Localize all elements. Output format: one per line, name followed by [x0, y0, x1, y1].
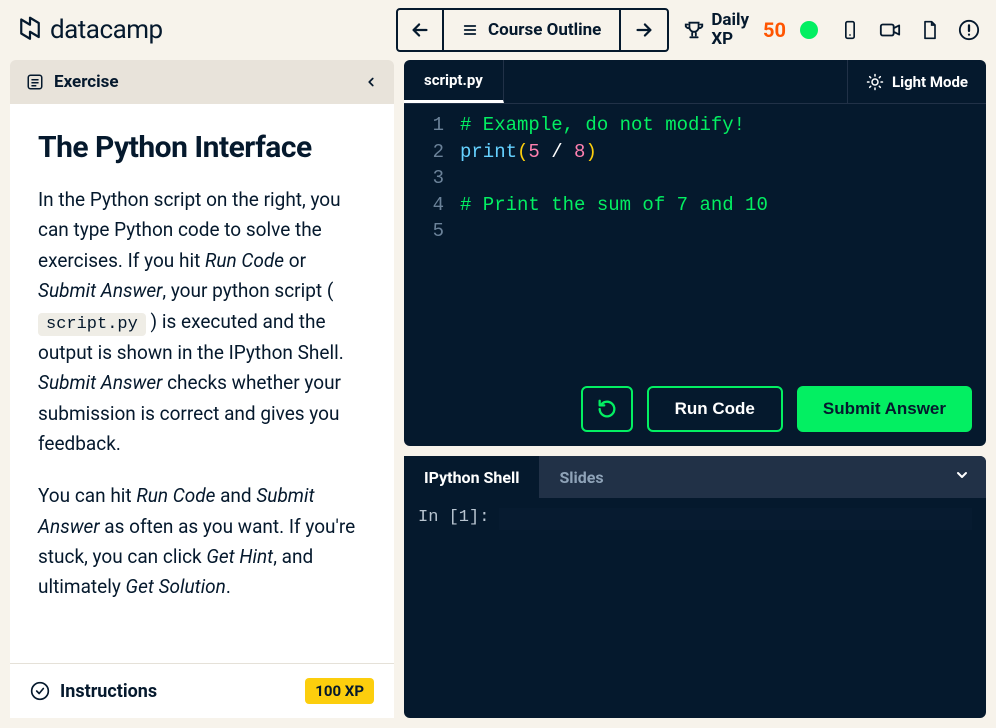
exercise-header[interactable]: Exercise [10, 60, 394, 104]
shell: IPython Shell Slides In [1]: [404, 456, 986, 718]
code-lines: # Example, do not modify! print(5 / 8) #… [460, 112, 986, 366]
video-icon[interactable] [878, 19, 902, 41]
reset-button[interactable] [581, 386, 633, 432]
editor-tab-script[interactable]: script.py [404, 60, 504, 103]
daily-xp-value: 50 [763, 18, 786, 42]
daily-xp: Daily XP 50 [683, 11, 818, 48]
logo-icon [16, 16, 44, 44]
check-circle-icon [30, 681, 50, 701]
exercise-body: The Python Interface In the Python scrip… [10, 104, 394, 663]
reset-icon [596, 398, 618, 420]
status-dot [800, 21, 818, 39]
editor-tabs: script.py Light Mode [404, 60, 986, 104]
arrow-right-icon [633, 19, 655, 41]
exercise-header-label: Exercise [54, 72, 119, 92]
document-icon[interactable] [920, 19, 940, 41]
shell-tab-ipython[interactable]: IPython Shell [404, 456, 539, 498]
left-panel: Exercise The Python Interface In the Pyt… [10, 60, 394, 718]
editor-actions: Run Code Submit Answer [404, 374, 986, 446]
brand-name: datacamp [50, 15, 163, 45]
exercise-title: The Python Interface [38, 130, 366, 165]
submit-answer-button[interactable]: Submit Answer [797, 386, 972, 432]
trophy-icon [683, 19, 705, 41]
next-button[interactable] [621, 10, 667, 50]
exercise-icon [26, 73, 44, 91]
editor: script.py Light Mode 1 2 3 4 5 # Example… [404, 60, 986, 446]
course-outline-button[interactable]: Course Outline [444, 10, 621, 50]
shell-input[interactable] [499, 508, 972, 530]
header-icons [840, 19, 980, 41]
run-code-button[interactable]: Run Code [647, 386, 783, 432]
course-nav: Course Outline [396, 8, 669, 52]
light-mode-label: Light Mode [892, 73, 968, 91]
gutter: 1 2 3 4 5 [404, 112, 460, 366]
course-outline-label: Course Outline [488, 20, 601, 40]
header: datacamp Course Outline Daily XP 50 [0, 0, 996, 60]
alert-icon[interactable] [958, 19, 980, 41]
xp-badge: 100 XP [305, 678, 374, 704]
right-panel: script.py Light Mode 1 2 3 4 5 # Example… [404, 60, 986, 718]
daily-xp-label: Daily XP [711, 11, 749, 48]
arrow-left-icon [409, 19, 431, 41]
code-area[interactable]: 1 2 3 4 5 # Example, do not modify! prin… [404, 104, 986, 374]
shell-body[interactable]: In [1]: [404, 498, 986, 540]
shell-prompt: In [1]: [418, 508, 489, 530]
light-mode-toggle[interactable]: Light Mode [847, 60, 986, 103]
shell-tab-slides[interactable]: Slides [539, 456, 623, 498]
instructions-bar[interactable]: Instructions 100 XP [10, 663, 394, 718]
sun-icon [866, 73, 884, 91]
chevron-left-icon[interactable] [364, 75, 378, 89]
shell-collapse[interactable] [938, 467, 986, 487]
chevron-down-icon [954, 467, 970, 483]
instructions-label: Instructions [60, 681, 157, 702]
mobile-icon[interactable] [840, 19, 860, 41]
exercise-para-1: In the Python script on the right, you c… [38, 185, 366, 459]
shell-tabs: IPython Shell Slides [404, 456, 986, 498]
menu-icon [462, 22, 478, 38]
prev-button[interactable] [398, 10, 444, 50]
logo[interactable]: datacamp [16, 15, 163, 45]
main: Exercise The Python Interface In the Pyt… [0, 60, 996, 728]
exercise-para-2: You can hit Run Code and Submit Answer a… [38, 481, 366, 603]
